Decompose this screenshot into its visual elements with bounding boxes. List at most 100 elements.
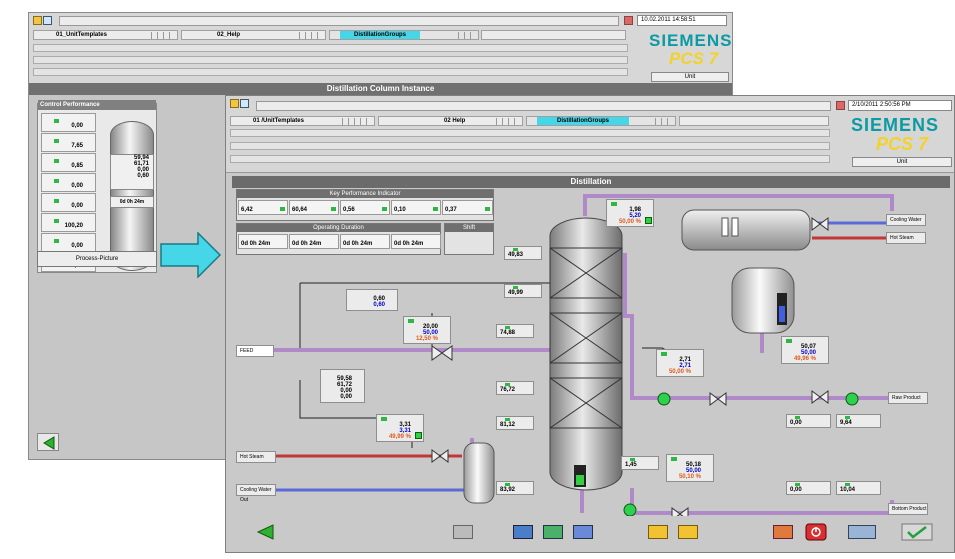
checkmark-icon — [901, 523, 933, 541]
kpi-cell[interactable]: 6,42 — [238, 200, 288, 215]
acknowledge-button[interactable] — [846, 523, 878, 541]
temp-indicator-1[interactable]: 49,83 — [504, 246, 542, 260]
hierarchy-button[interactable] — [571, 523, 595, 541]
front-area-empty[interactable] — [679, 116, 829, 126]
kpi-cell[interactable]: 0,37 — [442, 200, 493, 215]
shift-panel[interactable]: Shift — [444, 223, 494, 255]
steam-flow-controller[interactable]: 3,31 3,31 49,99 % — [376, 414, 424, 442]
alarm-icon[interactable] — [624, 16, 633, 25]
reflux-drum-level[interactable]: 50,07 50,00 49,96 % — [781, 336, 829, 364]
mini-vessel-readout[interactable]: 59,94 61,71 0,00 0,60 — [110, 154, 154, 190]
shift-header: Shift — [445, 224, 493, 232]
kpi-cell[interactable]: 0,56 — [340, 200, 390, 215]
hot-steam-connector[interactable]: Hot Steam — [236, 451, 276, 463]
folder-icon[interactable] — [33, 16, 42, 25]
product-flow-2[interactable]: 10,04 — [836, 481, 881, 495]
reflux-flow-controller[interactable]: 2,71 2,71 50,00 % — [656, 349, 704, 377]
user-icon[interactable] — [240, 99, 249, 108]
power-button[interactable] — [804, 523, 828, 541]
runtime-cell[interactable]: 0d 0h 24m — [340, 234, 390, 249]
process-picture-button[interactable]: Process-Picture — [37, 251, 157, 267]
kpi-cell[interactable]: 60,64 — [289, 200, 339, 215]
pressure-controller[interactable]: 20,00 50,00 12,50 % — [403, 316, 451, 344]
back-message-line[interactable] — [59, 16, 619, 26]
cp-value-box[interactable]: 0,00 — [41, 193, 96, 212]
runtime-cell[interactable]: 0d 0h 24m — [238, 234, 288, 249]
front-area-row[interactable] — [230, 129, 830, 137]
cooling-water-connector[interactable]: Cooling Water — [886, 214, 926, 226]
back-unit-box[interactable]: Unit — [651, 72, 729, 82]
product-flow-1[interactable]: 0,00 — [786, 481, 831, 495]
cp-value-box[interactable]: 0,00 — [41, 113, 96, 132]
back-area-unittemplates[interactable]: 01_UnitTemplates — [33, 30, 178, 40]
back-toolbar-icons[interactable] — [33, 16, 55, 26]
temp-indicator-6[interactable]: 83,92 — [496, 481, 534, 495]
raw-product-connector[interactable]: Raw Product — [888, 392, 928, 404]
cp-value-box[interactable]: 0,00 — [41, 233, 96, 252]
bottom-product-connector[interactable]: Bottom Product — [888, 503, 928, 515]
back-area-empty[interactable] — [481, 30, 626, 40]
back-area-row[interactable] — [33, 68, 628, 76]
distillate-flow-1[interactable]: 0,00 — [786, 414, 831, 428]
front-toolbar-icons[interactable] — [230, 99, 252, 109]
confirm-button[interactable] — [901, 523, 933, 541]
siemens-logo: SIEMENS — [649, 31, 733, 50]
alarm-icon[interactable] — [836, 101, 845, 110]
area-label: 02_Help — [217, 32, 241, 38]
bottom-flow-indicator[interactable]: 1,45 — [621, 456, 659, 470]
report-icon — [453, 525, 473, 539]
monitor-button[interactable] — [511, 523, 535, 541]
area-label: 01_UnitTemplates — [56, 32, 107, 38]
cooling-water-out-connector[interactable]: Cooling Water Out — [236, 484, 276, 503]
front-area-row[interactable] — [230, 142, 830, 150]
lock-icon — [648, 525, 668, 539]
feed-flow-controller[interactable]: 59,58 61,72 0,00 0,00 — [320, 369, 365, 403]
back-area-row[interactable] — [33, 56, 628, 64]
operating-duration-panel: Operating Duration 0d 0h 24m 0d 0h 24m 0… — [236, 223, 441, 255]
front-area-unittemplates[interactable]: 01 /UnitTemplates — [230, 116, 375, 126]
control-performance-title: Control Performance — [38, 100, 156, 110]
temp-indicator-2[interactable]: 49,99 — [504, 284, 542, 298]
runtime-cell[interactable]: 0d 0h 24m — [391, 234, 441, 249]
mini-vessel-runtime[interactable]: 0d 0h 24m — [110, 196, 154, 208]
pcs7-logo: PCS 7 — [669, 49, 719, 68]
front-unit-box[interactable]: Unit — [852, 157, 952, 167]
area-label: 02 Help — [444, 118, 466, 124]
bottom-level-controller[interactable]: 50,18 50,00 50,10 % — [666, 454, 714, 482]
report-button[interactable] — [451, 523, 475, 541]
user-icon[interactable] — [43, 16, 52, 25]
back-area-row[interactable] — [33, 44, 628, 52]
front-message-line[interactable] — [256, 101, 831, 111]
distillate-flow-2[interactable]: 9,64 — [836, 414, 881, 428]
transition-arrow-icon — [160, 232, 222, 278]
cp-value-box[interactable]: 0,00 — [41, 173, 96, 192]
back-area-help[interactable]: 02_Help — [181, 30, 326, 40]
front-area-help[interactable]: 02 Help — [378, 116, 523, 126]
temp-indicator-4[interactable]: 76,72 — [496, 381, 534, 395]
cp-value-box[interactable]: 0,85 — [41, 153, 96, 172]
cp-value-box[interactable]: 100,20 — [41, 213, 96, 232]
runtime-cell[interactable]: 0d 0h 24m — [289, 234, 339, 249]
area-label: DistillationGroups — [537, 117, 630, 125]
pressure-composition[interactable]: 0,60 0,60 — [346, 289, 398, 311]
back-navigation-button[interactable] — [254, 523, 278, 541]
hot-steam-top-connector[interactable]: Hot Steam — [886, 232, 926, 244]
users-button[interactable] — [771, 523, 795, 541]
top-temp-controller[interactable]: 1,98 5,20 50,00 % — [606, 199, 654, 227]
cp-value-box[interactable]: 7,65 — [41, 133, 96, 152]
folder-icon[interactable] — [230, 99, 239, 108]
lock-button[interactable] — [646, 523, 670, 541]
front-area-distillationgroups[interactable]: DistillationGroups — [526, 116, 676, 126]
back-nav-button[interactable] — [37, 433, 59, 451]
network-icon — [543, 525, 563, 539]
network-button[interactable] — [541, 523, 565, 541]
temp-indicator-3[interactable]: 74,88 — [496, 324, 534, 338]
kpi-cell[interactable]: 0,10 — [391, 200, 441, 215]
temp-indicator-5[interactable]: 81,12 — [496, 416, 534, 430]
front-area-row[interactable] — [230, 155, 830, 163]
back-area-distillationgroups[interactable]: DistillationGroups — [329, 30, 479, 40]
front-date-display: 2/10/2011 2:50:56 PM — [848, 100, 952, 111]
feed-connector[interactable]: FEED — [236, 345, 274, 357]
unlock-button[interactable] — [676, 523, 700, 541]
triangle-left-icon — [256, 524, 274, 540]
